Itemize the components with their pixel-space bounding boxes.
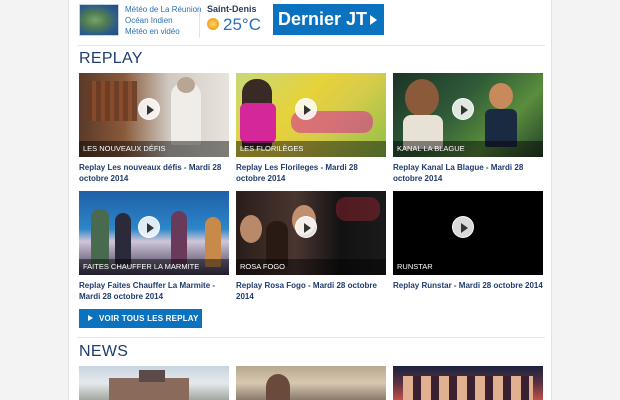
video-caption: FAITES CHAUFFER LA MARMITE bbox=[79, 259, 229, 275]
video-caption: LES NOUVEAUX DÉFIS bbox=[79, 141, 229, 157]
news-thumbnail[interactable] bbox=[393, 366, 543, 400]
see-all-replay-button[interactable]: VOIR TOUS LES REPLAY bbox=[79, 309, 202, 328]
replay-card[interactable]: RUNSTAR Replay Runstar - Mardi 28 octobr… bbox=[393, 191, 543, 291]
news-thumbnail[interactable] bbox=[236, 366, 386, 400]
meteo-link-reunion[interactable]: Météo de La Réunion bbox=[125, 4, 202, 15]
weather-city: Saint-Denis bbox=[207, 4, 257, 14]
replay-title-link[interactable]: Replay Faites Chauffer La Marmite - Mard… bbox=[79, 280, 229, 302]
video-thumbnail[interactable]: ROSA FOGO bbox=[236, 191, 386, 275]
meteo-link-video[interactable]: Météo en vidéo bbox=[125, 26, 202, 37]
play-icon[interactable] bbox=[452, 216, 474, 238]
play-arrow-icon bbox=[370, 15, 378, 26]
sun-cloud-icon bbox=[207, 18, 219, 30]
video-caption: RUNSTAR bbox=[393, 259, 543, 275]
replay-title-link[interactable]: Replay Runstar - Mardi 28 octobre 2014 bbox=[393, 280, 543, 291]
video-thumbnail[interactable]: FAITES CHAUFFER LA MARMITE bbox=[79, 191, 229, 275]
arrow-right-icon bbox=[88, 315, 93, 321]
news-thumbnail[interactable] bbox=[79, 366, 229, 400]
page-container: Météo de La Réunion Océan Indien Météo e… bbox=[68, 0, 552, 400]
play-icon[interactable] bbox=[138, 98, 160, 120]
play-icon[interactable] bbox=[452, 98, 474, 120]
replay-card[interactable]: KANAL LA BLAGUE Replay Kanal La Blague -… bbox=[393, 73, 543, 184]
replay-card[interactable]: FAITES CHAUFFER LA MARMITE Replay Faites… bbox=[79, 191, 229, 302]
dernier-jt-label: Dernier JT bbox=[278, 9, 368, 29]
video-thumbnail[interactable]: RUNSTAR bbox=[393, 191, 543, 275]
news-section-title: NEWS bbox=[79, 343, 129, 360]
reunion-map-thumbnail[interactable] bbox=[79, 4, 119, 36]
weather-bar: Météo de La Réunion Océan Indien Météo e… bbox=[77, 0, 545, 46]
section-divider bbox=[77, 337, 545, 338]
replay-title-link[interactable]: Replay Les nouveaux défis - Mardi 28 oct… bbox=[79, 162, 229, 184]
play-icon[interactable] bbox=[295, 98, 317, 120]
video-caption: ROSA FOGO bbox=[236, 259, 386, 275]
replay-section-title: REPLAY bbox=[79, 50, 143, 67]
meteo-link-ocean-indien[interactable]: Océan Indien bbox=[125, 15, 202, 26]
replay-card[interactable]: LES FLORILÈGES Replay Les Florileges - M… bbox=[236, 73, 386, 184]
video-thumbnail[interactable]: KANAL LA BLAGUE bbox=[393, 73, 543, 157]
divider bbox=[199, 6, 200, 38]
temperature: 25°C bbox=[223, 15, 261, 34]
video-caption: KANAL LA BLAGUE bbox=[393, 141, 543, 157]
play-icon[interactable] bbox=[295, 216, 317, 238]
video-thumbnail[interactable]: LES FLORILÈGES bbox=[236, 73, 386, 157]
dernier-jt-button[interactable]: Dernier JT bbox=[273, 4, 384, 35]
see-all-label: VOIR TOUS LES REPLAY bbox=[99, 314, 199, 323]
video-caption: LES FLORILÈGES bbox=[236, 141, 386, 157]
meteo-links: Météo de La Réunion Océan Indien Météo e… bbox=[125, 4, 202, 37]
replay-card[interactable]: ROSA FOGO Replay Rosa Fogo - Mardi 28 oc… bbox=[236, 191, 386, 302]
replay-title-link[interactable]: Replay Kanal La Blague - Mardi 28 octobr… bbox=[393, 162, 543, 184]
replay-title-link[interactable]: Replay Rosa Fogo - Mardi 28 octobre 2014 bbox=[236, 280, 386, 302]
play-icon[interactable] bbox=[138, 216, 160, 238]
replay-card[interactable]: LES NOUVEAUX DÉFIS Replay Les nouveaux d… bbox=[79, 73, 229, 184]
replay-title-link[interactable]: Replay Les Florileges - Mardi 28 octobre… bbox=[236, 162, 386, 184]
video-thumbnail[interactable]: LES NOUVEAUX DÉFIS bbox=[79, 73, 229, 157]
